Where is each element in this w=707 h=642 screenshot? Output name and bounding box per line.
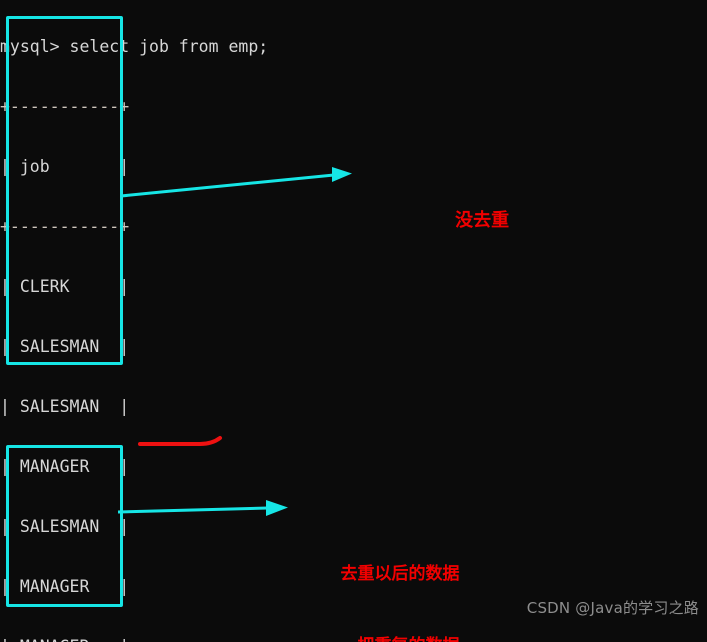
terminal-line-header-1: | job | (0, 157, 130, 176)
terminal-line-border-mid-1: +-----------+ (0, 217, 130, 236)
query-1-text: mysql> select job from emp; (0, 37, 269, 56)
annotation-no-dedup-label: 没去重 (455, 210, 510, 231)
table-row: | MANAGER | (0, 457, 130, 476)
table-row: | SALESMAN | (0, 397, 130, 416)
annotation-dedup-line-2: ，把重复的数据 (322, 634, 478, 642)
terminal-line-border-top-1: +-----------+ (0, 97, 130, 116)
annotation-dedup-line-1: 去重以后的数据 (340, 564, 460, 584)
annotation-dedup-result: 去重以后的数据 ，把重复的数据 去掉 (322, 514, 478, 642)
terminal-line-query-1: mysql> select job from emp; (0, 37, 707, 57)
csdn-watermark-label: CSDN @Java的学习之路 (526, 599, 699, 617)
table-row: | SALESMAN | (0, 337, 130, 356)
annotation-no-dedup: 没去重 (430, 186, 509, 255)
terminal-screenshot: mysql> select job from emp; +-----------… (0, 0, 707, 642)
csdn-watermark: CSDN @Java的学习之路 (507, 579, 699, 636)
table-row: | CLERK | (0, 277, 130, 296)
